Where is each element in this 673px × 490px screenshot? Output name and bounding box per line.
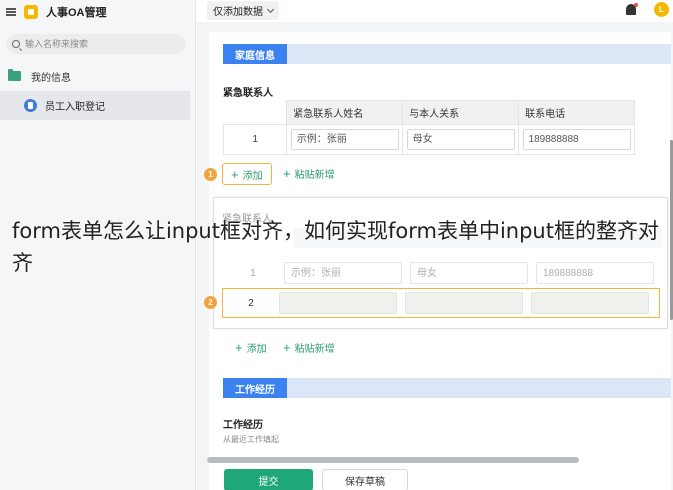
emergency-contact-table: 紧急联系人姓名 与本人关系 联系电话 1	[222, 100, 635, 155]
sidebar-item-onboarding[interactable]: 员工入职登记	[0, 91, 190, 120]
overlay-caption: form表单怎么让input框对齐，如何实现form表单中input框的整齐对齐	[12, 219, 659, 275]
paste-add-button-2[interactable]: + 粘贴新增	[283, 340, 335, 355]
plus-icon: +	[283, 340, 291, 355]
work-section-header: 工作经历	[223, 378, 671, 398]
table-header: 紧急联系人姓名	[286, 100, 404, 125]
topbar: 仅添加数据 L	[197, 0, 673, 22]
filter-label: 仅添加数据	[213, 7, 263, 18]
contact-name-input[interactable]	[290, 129, 399, 150]
app-logo-icon	[24, 5, 38, 19]
table-row: 1	[222, 124, 635, 155]
paste-add-label: 粘贴新增	[294, 344, 335, 355]
work-experience-hint: 从最近工作填起	[223, 435, 279, 444]
save-draft-button[interactable]: 保存草稿	[322, 469, 408, 490]
table-header-num	[223, 100, 288, 125]
add-row-button-2[interactable]: + 添加	[235, 340, 267, 355]
plus-icon: +	[283, 166, 291, 181]
search-input[interactable]	[25, 39, 175, 49]
search-icon	[12, 40, 20, 48]
row-number: 2	[248, 297, 254, 309]
paste-add-label: 粘贴新增	[294, 170, 335, 181]
bell-icon[interactable]	[626, 3, 638, 15]
table-header: 联系电话	[518, 100, 635, 125]
phone-input[interactable]	[522, 129, 631, 150]
folder-icon	[8, 69, 21, 81]
paste-add-button[interactable]: + 粘贴新增	[283, 166, 335, 181]
highlighted-new-row: 2	[222, 288, 660, 318]
add-row-label: 添加	[246, 344, 267, 355]
add-row-label: 添加	[242, 170, 263, 182]
sidebar-item-label: 员工入职登记	[45, 102, 105, 113]
family-section-header: 家庭信息	[223, 44, 671, 64]
app-title: 人事OA管理	[46, 7, 107, 19]
new-phone-input[interactable]	[531, 292, 649, 314]
step-badge-1: 1	[204, 168, 217, 181]
work-experience-label: 工作经历	[223, 420, 263, 431]
section-title: 家庭信息	[223, 44, 287, 64]
submit-button[interactable]: 提交	[224, 469, 313, 490]
menu-icon[interactable]	[6, 8, 16, 16]
chevron-down-icon	[266, 5, 275, 13]
search-box[interactable]	[6, 34, 186, 54]
step-badge-2: 2	[204, 296, 217, 309]
relation-input[interactable]	[406, 129, 515, 150]
plus-icon: +	[235, 340, 243, 355]
new-relation-input[interactable]	[405, 292, 523, 314]
horizontal-scrollbar[interactable]	[207, 457, 579, 463]
new-name-input[interactable]	[279, 292, 397, 314]
section-title: 工作经历	[223, 378, 287, 398]
plus-icon: +	[231, 166, 239, 182]
data-filter-dropdown[interactable]: 仅添加数据	[207, 1, 279, 20]
add-row-button[interactable]: + 添加	[222, 163, 272, 185]
sidebar-folder-label: 我的信息	[31, 72, 71, 84]
table-header: 与本人关系	[402, 100, 520, 125]
emergency-contact-label: 紧急联系人	[223, 88, 273, 99]
row-number: 1	[222, 124, 288, 155]
form-icon	[24, 99, 37, 112]
avatar[interactable]: L	[654, 2, 669, 17]
sidebar-header: 人事OA管理	[0, 0, 195, 24]
sidebar-folder-my-info[interactable]: 我的信息	[8, 67, 71, 85]
